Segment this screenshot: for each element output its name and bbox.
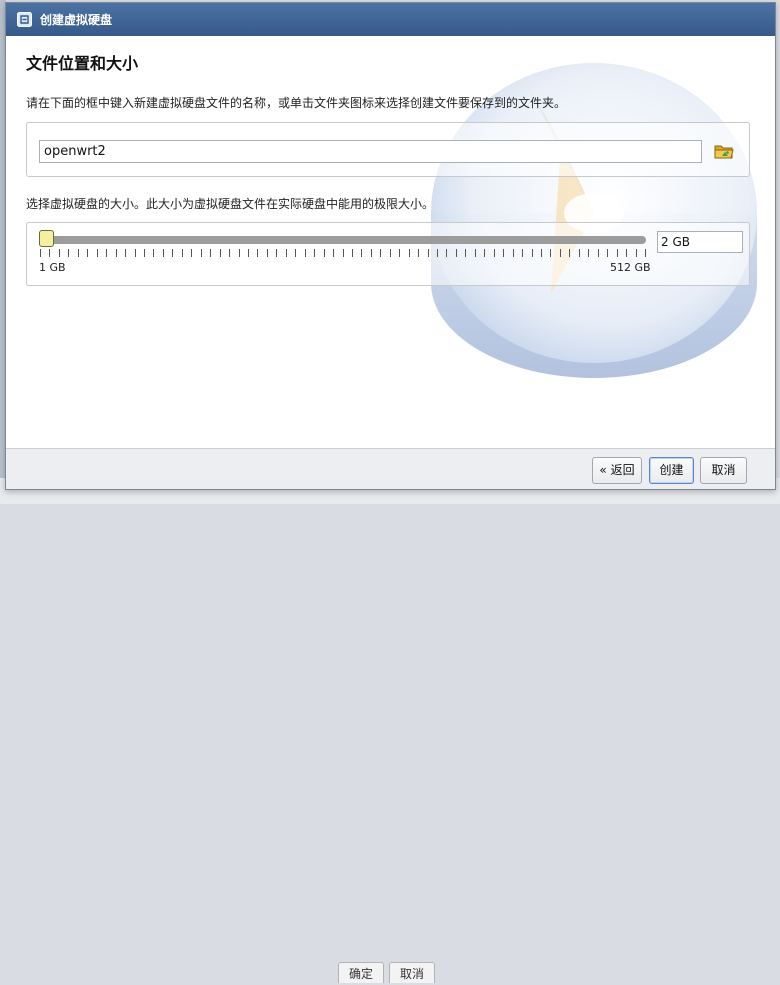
slider-tick bbox=[437, 249, 439, 257]
slider-tick bbox=[427, 249, 429, 257]
slider-tick bbox=[578, 249, 580, 257]
slider-tick bbox=[484, 249, 486, 257]
slider-tick bbox=[559, 249, 561, 257]
slider-tick bbox=[229, 249, 231, 257]
slider-tick bbox=[77, 249, 79, 257]
slider-tick bbox=[191, 249, 193, 257]
page-heading: 文件位置和大小 bbox=[26, 54, 139, 73]
size-max-label: 512 GB bbox=[610, 261, 651, 274]
size-instruction: 选择虚拟硬盘的大小。此大小为虚拟硬盘文件在实际硬盘中能用的极限大小。 bbox=[26, 197, 435, 211]
dialog-titlebar: 创建虚拟硬盘 bbox=[6, 3, 775, 36]
slider-tick bbox=[418, 249, 420, 257]
slider-tick bbox=[257, 249, 259, 257]
slider-tick bbox=[106, 249, 108, 257]
slider-tick bbox=[493, 249, 495, 257]
slider-tick bbox=[172, 249, 174, 257]
slider-tick bbox=[153, 249, 155, 257]
slider-tick bbox=[588, 249, 590, 257]
slider-tick bbox=[40, 249, 41, 257]
slider-tick bbox=[125, 249, 127, 257]
slider-tick bbox=[408, 249, 410, 257]
slider-tick bbox=[87, 249, 89, 257]
slider-tick bbox=[503, 249, 505, 257]
slider-tick bbox=[314, 249, 316, 257]
slider-tick bbox=[550, 249, 552, 257]
dialog-content: 文件位置和大小 请在下面的框中键入新建虚拟硬盘文件的名称，或单击文件夹图标来选择… bbox=[6, 36, 775, 448]
back-button[interactable]: « 返回 bbox=[592, 457, 642, 484]
slider-tick bbox=[361, 249, 363, 257]
slider-tick bbox=[380, 249, 382, 257]
location-instruction: 请在下面的框中键入新建虚拟硬盘文件的名称，或单击文件夹图标来选择创建文件要保存到… bbox=[26, 96, 567, 110]
slider-tick bbox=[635, 249, 637, 257]
slider-tick bbox=[399, 249, 401, 257]
slider-tick bbox=[455, 249, 457, 257]
slider-tick bbox=[58, 249, 60, 257]
dialog-footer: « 返回 创建 取消 bbox=[6, 448, 775, 489]
slider-tick bbox=[370, 249, 372, 257]
slider-tick bbox=[200, 249, 202, 257]
slider-tick bbox=[49, 249, 51, 257]
create-virtual-disk-dialog: 创建虚拟硬盘 文件位置和大小 请在下面的框中键入新建虚拟硬盘文件的名称，或单击文… bbox=[5, 2, 776, 490]
slider-tick bbox=[333, 249, 335, 257]
slider-tick bbox=[181, 249, 183, 257]
slider-tick bbox=[304, 249, 306, 257]
virtualbox-app-icon bbox=[17, 12, 32, 27]
slider-tick bbox=[626, 249, 628, 257]
slider-tick bbox=[285, 249, 287, 257]
slider-tick bbox=[115, 249, 117, 257]
slider-tick bbox=[351, 249, 353, 257]
file-location-input[interactable] bbox=[39, 140, 702, 163]
slider-tick bbox=[569, 249, 571, 257]
slider-tick bbox=[238, 249, 240, 257]
background-cancel-button: 取消 bbox=[389, 962, 436, 983]
slider-tick bbox=[597, 249, 599, 257]
folder-browse-icon[interactable] bbox=[713, 140, 735, 162]
slider-tick bbox=[541, 249, 543, 257]
size-slider-thumb[interactable] bbox=[39, 230, 54, 247]
slider-tick bbox=[143, 249, 145, 257]
slider-tick bbox=[247, 249, 249, 257]
file-location-group bbox=[26, 122, 750, 177]
slider-tick bbox=[96, 249, 98, 257]
size-min-label: 1 GB bbox=[39, 261, 66, 274]
slider-tick bbox=[134, 249, 136, 257]
slider-tick bbox=[512, 249, 514, 257]
size-slider-track[interactable] bbox=[40, 236, 646, 244]
background-ok-button: 确定 bbox=[338, 962, 385, 983]
slider-tick bbox=[616, 249, 618, 257]
slider-tick bbox=[465, 249, 467, 257]
size-value-input[interactable] bbox=[657, 231, 743, 253]
slider-tick bbox=[607, 249, 609, 257]
slider-tick bbox=[323, 249, 325, 257]
slider-tick bbox=[522, 249, 524, 257]
slider-tick bbox=[389, 249, 391, 257]
slider-tick bbox=[276, 249, 278, 257]
slider-tick bbox=[446, 249, 448, 257]
create-button[interactable]: 创建 bbox=[649, 457, 694, 484]
dialog-title: 创建虚拟硬盘 bbox=[40, 13, 113, 27]
slider-tick bbox=[645, 249, 646, 257]
cancel-button[interactable]: 取消 bbox=[700, 457, 747, 484]
slider-tick bbox=[210, 249, 212, 257]
disk-size-group: 1 GB 512 GB bbox=[26, 222, 750, 286]
slider-tick bbox=[342, 249, 344, 257]
slider-tick bbox=[531, 249, 533, 257]
slider-tick bbox=[474, 249, 476, 257]
size-slider-ticks bbox=[40, 249, 646, 257]
slider-tick bbox=[68, 249, 70, 257]
slider-tick bbox=[219, 249, 221, 257]
slider-tick bbox=[266, 249, 268, 257]
slider-tick bbox=[295, 249, 297, 257]
slider-tick bbox=[162, 249, 164, 257]
